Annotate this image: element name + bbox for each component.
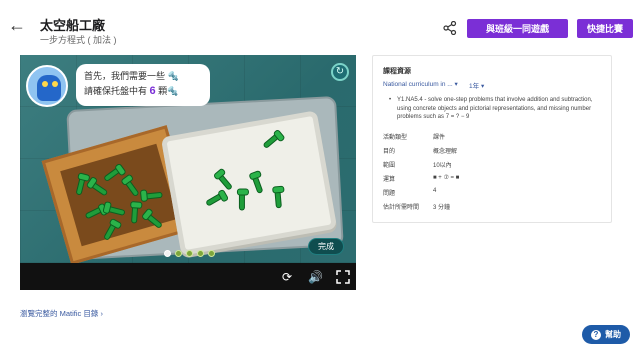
back-arrow-icon[interactable]: ←	[8, 16, 26, 34]
screw[interactable]	[143, 192, 162, 199]
screw[interactable]	[275, 189, 281, 208]
restart-icon[interactable]: ↻	[331, 63, 349, 81]
speech-line2: 請確保托盤中有	[84, 86, 148, 96]
screw[interactable]	[263, 133, 281, 148]
help-icon: ?	[591, 329, 601, 340]
prop-value: 概念理解	[433, 149, 458, 155]
bullet-icon: •	[389, 97, 392, 103]
target-number: 6	[149, 85, 156, 97]
screw[interactable]	[89, 181, 107, 196]
screw[interactable]	[76, 175, 85, 195]
screw[interactable]	[104, 166, 122, 181]
page-subtitle: 一步方程式 ( 加法 )	[40, 35, 117, 45]
speech-line1: 首先，我們需要一些	[84, 71, 166, 81]
game-canvas[interactable]: 首先，我們需要一些 🔩 請確保托盤中有 6 顆🔩 ↻ 完成	[20, 55, 356, 263]
volume-icon[interactable]: 🔊	[308, 270, 323, 284]
chevron-right-icon: ›	[100, 309, 103, 318]
prop-value: 課件	[433, 135, 446, 141]
done-button[interactable]: 完成	[308, 238, 344, 255]
monster-avatar	[26, 65, 68, 107]
instruction-bubble: 首先，我們需要一些 🔩 請確保托盤中有 6 顆🔩	[76, 64, 210, 106]
progress-dot-4	[197, 250, 204, 257]
screw[interactable]	[104, 221, 117, 240]
curriculum-value: National curriculum in ...	[383, 81, 453, 88]
fullscreen-icon[interactable]	[336, 270, 350, 284]
game-toolbar: ⟳ 🔊	[20, 263, 356, 290]
page-title: 太空船工廠	[40, 18, 106, 33]
progress-dot-5	[208, 250, 215, 257]
screw[interactable]	[105, 206, 125, 215]
share-icon[interactable]	[443, 21, 457, 35]
progress-dot-2	[175, 250, 182, 257]
speech-unit: 顆	[158, 86, 168, 96]
catalog-link-label: 瀏覽完整的 Matific 目錄	[20, 309, 99, 318]
screw[interactable]	[85, 206, 104, 219]
year-dropdown[interactable]: 1年 ▾	[469, 80, 484, 90]
screw-box-inner	[60, 143, 178, 247]
play-with-class-button[interactable]: 與班級一同遊戲	[467, 19, 568, 38]
screw[interactable]	[252, 174, 263, 193]
prop-value: 3 分鐘	[433, 205, 451, 211]
screw[interactable]	[239, 191, 244, 210]
help-button[interactable]: ? 幫助	[582, 325, 630, 344]
screw[interactable]	[145, 213, 162, 228]
screw-icon: 🔩	[167, 71, 179, 81]
screw-icon: 🔩	[167, 86, 179, 96]
info-heading: 課程資源	[383, 68, 411, 75]
quick-compete-button[interactable]: 快捷比賽	[577, 19, 633, 38]
year-value: 1年	[469, 83, 480, 90]
progress-dots	[164, 250, 215, 257]
curriculum-dropdown[interactable]: National curriculum in ... ▾	[383, 80, 458, 88]
prop-value: 4	[433, 188, 437, 194]
prop-value: ■ + ⑦ = ■	[433, 175, 460, 181]
screw[interactable]	[206, 192, 225, 206]
progress-dot-3	[186, 250, 193, 257]
screw[interactable]	[132, 204, 138, 223]
reload-icon[interactable]: ⟳	[280, 270, 294, 284]
standard-text: Y1.NA5.4 - solve one-step problems that …	[397, 97, 593, 120]
catalog-link[interactable]: 瀏覽完整的 Matific 目錄 ›	[20, 308, 103, 319]
chevron-down-icon: ▾	[454, 81, 458, 88]
prop-value: 10以內	[433, 163, 452, 169]
resource-info-panel: 課程資源 National curriculum in ... ▾ 1年 ▾ •…	[372, 55, 612, 223]
screw[interactable]	[124, 178, 139, 196]
help-label: 幫助	[605, 330, 621, 339]
screw[interactable]	[217, 173, 232, 190]
chevron-down-icon: ▾	[480, 83, 485, 90]
progress-dot-1	[164, 250, 171, 257]
